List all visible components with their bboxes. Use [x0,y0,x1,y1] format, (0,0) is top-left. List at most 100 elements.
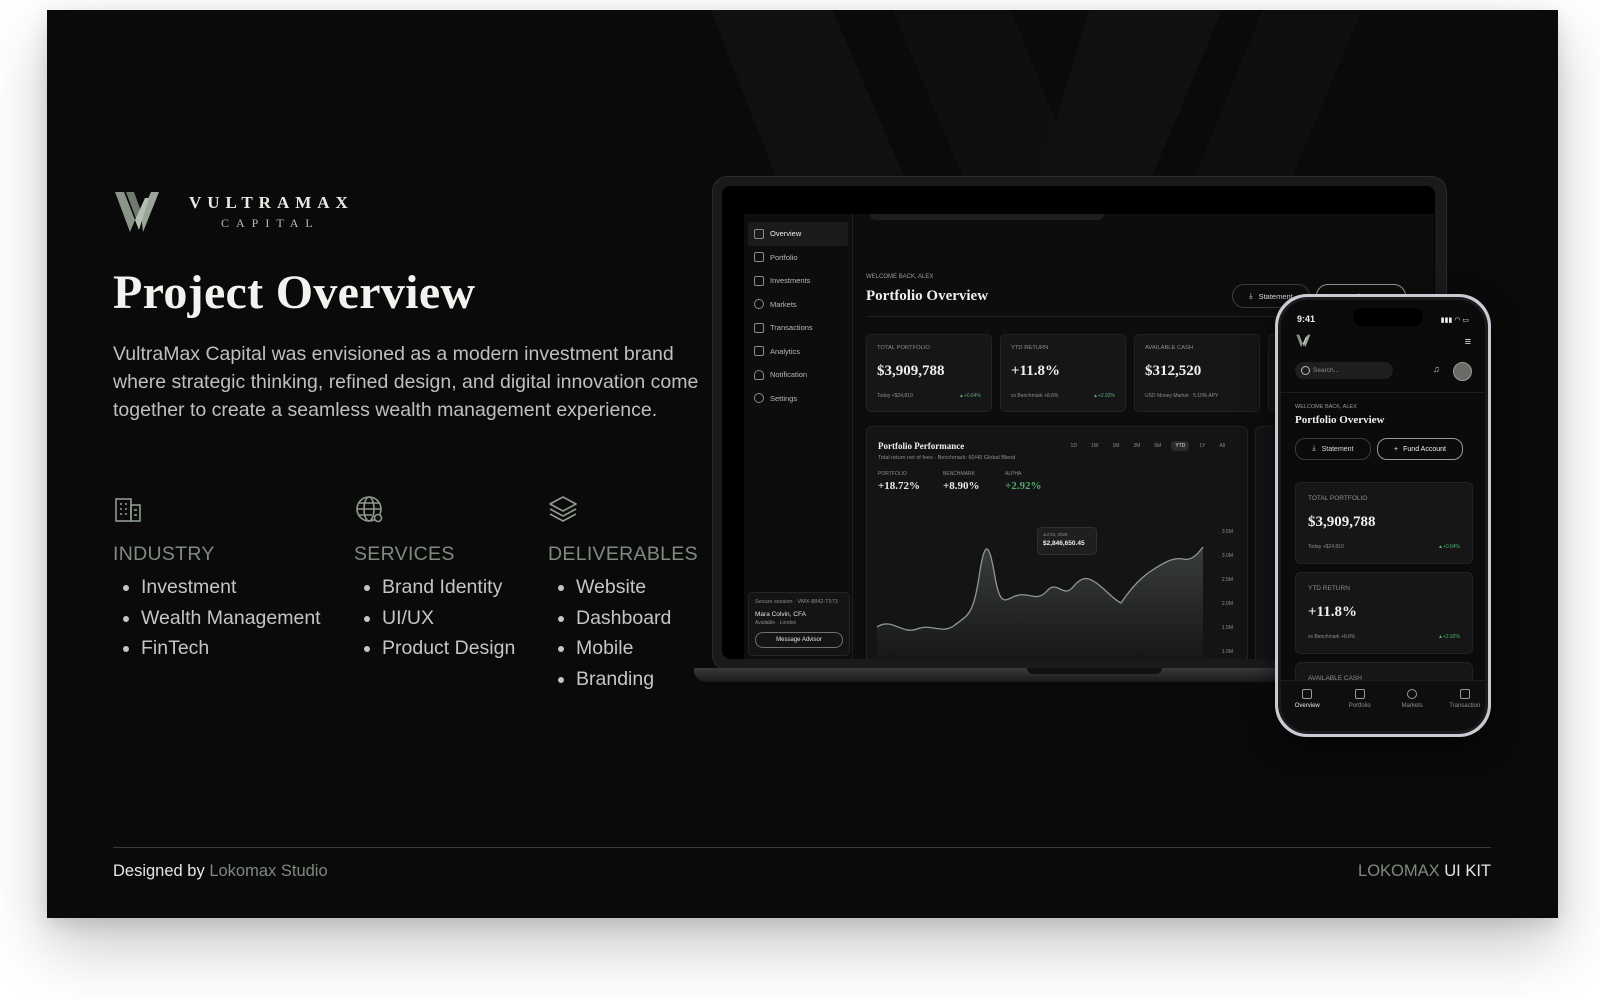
tab-portfolio[interactable]: Portfolio [1334,681,1387,731]
available-cash-card[interactable]: AVAILABLE CASH $312,520 USD Money Market… [1134,334,1260,412]
search-input[interactable]: Search... [1295,362,1393,379]
overview-icon [754,228,764,239]
metric-benchmark: BENCHMARK +8.90% [943,471,980,492]
sidebar-item-analytics[interactable]: Analytics [744,340,852,364]
services-column: SERVICES Brand Identity UI/UX Product De… [354,494,515,664]
phone-screen: 9:41 ▮▮▮ ◠ ▭ ≡ Search... ♫ WELCOME BACK,… [1278,297,1488,734]
deliverables-heading: DELIVERABLES [548,543,698,565]
tab-transaction[interactable]: Transaction [1439,681,1486,731]
y-axis-label: 2.5M [1221,577,1233,583]
industry-column: INDUSTRY Investment Wealth Management Fi… [113,494,321,664]
ytd-return-card[interactable]: YTD RETURN +11.8% vs Benchmark +8.8% ▲+2… [1000,334,1126,412]
services-heading: SERVICES [354,543,455,565]
sidebar-item-notification[interactable]: Notification [744,363,852,387]
services-list: Brand Identity UI/UX Product Design [354,572,515,664]
building-icon [115,498,141,522]
slide: VULTRAMAX CAPITAL Project Overview Vultr… [47,10,1558,918]
y-axis-label: 1.5M [1221,625,1233,631]
range-1d[interactable]: 1D [1067,441,1081,451]
welcome-text: WELCOME BACK, ALEX [866,274,934,280]
advisor-status: Available · London [755,620,797,626]
chart-tooltip: Jul 03, 2026 $2,846,650.45 [1037,527,1097,555]
overview-icon [1302,689,1313,699]
briefcase-icon [754,252,764,263]
globe-icon [754,299,764,310]
performance-subtitle: Total return net of fees · Benchmark: 60… [878,455,1016,461]
list-item: Website [576,572,698,603]
performance-title: Portfolio Performance [878,441,965,451]
studio-link[interactable]: Lokomax Studio [209,862,327,880]
brand-logo: VULTRAMAX CAPITAL [115,190,354,234]
tab-overview[interactable]: Overview [1281,681,1334,731]
y-axis-label: 1.0M [1221,649,1233,655]
fund-account-button[interactable]: +Fund Account [1377,438,1463,460]
deliverables-list: Website Dashboard Mobile Branding [548,572,698,694]
sidebar-item-settings[interactable]: Settings [744,387,852,411]
range-3m[interactable]: 3M [1129,441,1144,451]
brand-sub: CAPITAL [221,216,320,230]
performance-area [877,547,1203,659]
metric-alpha: ALPHA +2.92% [1005,471,1042,492]
list-item: Mobile [576,633,698,664]
bell-icon [754,369,764,380]
avatar[interactable] [1453,362,1472,381]
ytd-return-card[interactable]: YTD RETURN +11.8% vs Benchmark +8.8% ▲+2… [1295,572,1473,654]
list-item: Dashboard [576,603,698,634]
download-icon: ⤓ [1312,445,1316,452]
list-item: Brand Identity [382,572,515,603]
sidebar-item-overview[interactable]: Overview [748,222,848,246]
range-selector: 1D 1W 1M 3M 6M YTD 1Y All [1067,441,1229,451]
list-item: Product Design [382,633,515,664]
vultramax-logo-icon [1296,334,1311,348]
document-icon [754,346,764,357]
globe-icon [1407,689,1418,699]
footer-divider [113,847,1491,848]
industry-list: Investment Wealth Management FinTech [113,572,321,664]
sidebar-item-markets[interactable]: Markets [744,293,852,317]
sidebar-item-transactions[interactable]: Transactions [744,316,852,340]
signal-icon: ▮▮▮ [1440,317,1453,324]
bell-icon[interactable]: ♫ [1433,364,1447,378]
total-portfolio-card[interactable]: TOTAL PORTFOLIO $3,909,788 Today +$24,81… [866,334,992,412]
topbar [870,214,1104,220]
phone-mockup: 9:41 ▮▮▮ ◠ ▭ ≡ Search... ♫ WELCOME BACK,… [1275,294,1491,737]
statement-button[interactable]: ⤓ Statement [1295,438,1371,460]
status-icons: ▮▮▮ ◠ ▭ [1441,316,1469,324]
tab-markets[interactable]: Markets [1386,681,1439,731]
list-item: Branding [576,664,698,695]
total-portfolio-card[interactable]: TOTAL PORTFOLIO $3,909,788 Today +$24,81… [1295,482,1473,564]
chart-icon [754,275,764,286]
dashboard-sidebar: Overview Portfolio Investments Markets T… [744,214,853,659]
list-item: Investment [141,572,321,603]
range-all[interactable]: All [1215,441,1229,451]
sidebar-item-portfolio[interactable]: Portfolio [744,246,852,270]
brand-name: VULTRAMAX [189,193,354,212]
footer-kit: LOKOMAX UI KIT [1358,862,1491,880]
mobile-title: Portfolio Overview [1295,414,1385,426]
message-advisor-button[interactable]: Message Advisor [755,632,843,648]
menu-icon[interactable]: ≡ [1465,336,1471,348]
list-item: FinTech [141,633,321,664]
welcome-text: WELCOME BACK, ALEX [1295,404,1357,410]
advisor-card: Secure session · VMX-8842-T573 Mara Colv… [748,592,850,656]
range-ytd[interactable]: YTD [1171,441,1190,451]
gear-icon [754,393,764,404]
dashboard-title: Portfolio Overview [866,288,989,304]
y-axis-label: 3.5M [1221,529,1233,535]
performance-panel: Portfolio Performance Total return net o… [866,426,1248,659]
range-1m[interactable]: 1M [1108,441,1123,451]
y-axis-label: 3.0M [1221,553,1233,559]
project-description: VultraMax Capital was envisioned as a mo… [113,343,699,421]
wifi-icon: ◠ [1454,317,1461,324]
vultramax-logo-icon [115,192,159,232]
battery-icon: ▭ [1462,317,1469,324]
briefcase-icon [1354,689,1365,699]
range-6m[interactable]: 6M [1150,441,1165,451]
page-title: Project Overview [113,266,476,319]
advisor-session: Secure session · VMX-8842-T573 [755,599,838,605]
plus-icon: + [1394,445,1399,453]
status-time: 9:41 [1297,314,1316,324]
range-1y[interactable]: 1Y [1195,441,1209,451]
sidebar-item-investments[interactable]: Investments [744,269,852,293]
range-1w[interactable]: 1W [1087,441,1103,451]
